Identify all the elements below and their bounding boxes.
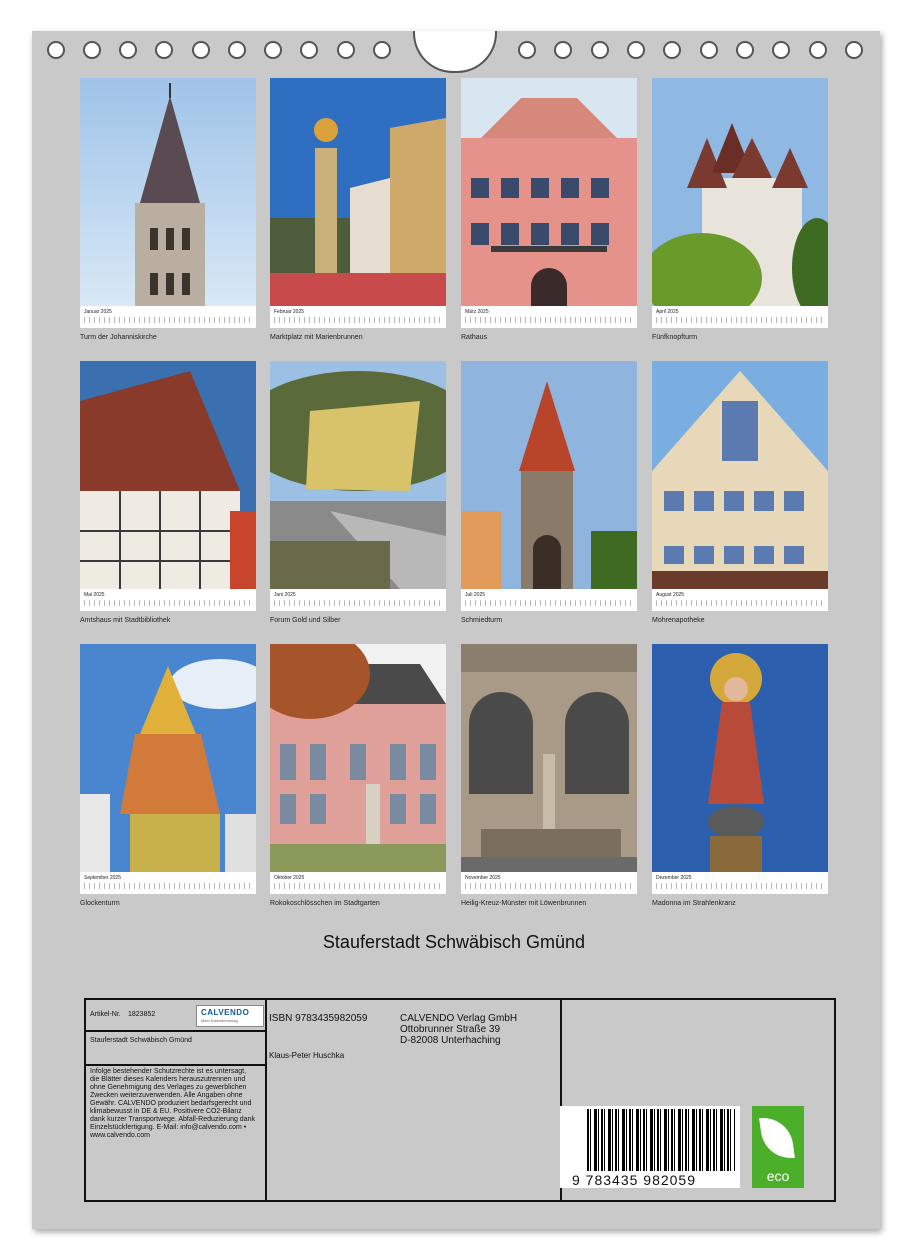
month-label: Juli 2025: [465, 592, 486, 598]
photo-caption: Schmiedturm: [461, 617, 503, 624]
month-label: Januar 2025: [84, 309, 112, 315]
ring: [845, 41, 863, 59]
month-label: Mai 2025: [84, 592, 105, 598]
month-label: Juni 2025: [274, 592, 296, 598]
photo-caption: Mohrenapotheke: [652, 617, 705, 624]
photo-bell-tower: [80, 644, 256, 872]
month-label: November 2025: [465, 875, 501, 881]
ring: [627, 41, 645, 59]
barcode-bars: [587, 1109, 735, 1171]
month-label: August 2025: [656, 592, 685, 598]
calendar-strip: März 2025: [461, 306, 637, 328]
author: Klaus-Peter Huschka: [269, 1051, 345, 1060]
month-label: September 2025: [84, 875, 121, 881]
photo-market-fountain: [270, 78, 446, 306]
photo-caption: Rokokoschlösschen im Stadtgarten: [270, 900, 380, 907]
ring: [228, 41, 246, 59]
calendar-strip: Dezember 2025: [652, 872, 828, 894]
photo-caption: Marktplatz mit Marienbrunnen: [270, 334, 363, 341]
photo-forum-gold-silver: [270, 361, 446, 589]
calendar-strip: Januar 2025: [80, 306, 256, 328]
article-number: 1823852: [128, 1011, 156, 1018]
ring: [554, 41, 572, 59]
publisher-line: D-82008 Unterhaching: [400, 1035, 501, 1046]
eco-badge: eco: [752, 1106, 804, 1188]
month-label: März 2025: [465, 309, 489, 315]
photo-caption: Forum Gold und Silber: [270, 617, 341, 624]
ring: [192, 41, 210, 59]
photo-smith-tower: [461, 361, 637, 589]
divider: [86, 1030, 265, 1032]
calendar-strip: November 2025: [461, 872, 637, 894]
publisher-line: CALVENDO Verlag GmbH: [400, 1013, 518, 1024]
ring: [373, 41, 391, 59]
photo-moor-pharmacy: [652, 361, 828, 589]
month-label: Februar 2025: [274, 309, 305, 315]
photo-church-tower: [80, 78, 256, 306]
month-label: April 2025: [656, 309, 679, 315]
photo-caption: Madonna im Strahlenkranz: [652, 900, 736, 907]
photo-caption: Fünfknopfturm: [652, 334, 698, 341]
ring: [119, 41, 137, 59]
ring: [155, 41, 173, 59]
photo-holy-cross-minster: [461, 644, 637, 872]
ring: [264, 41, 282, 59]
ring: [518, 41, 536, 59]
calendar-strip: August 2025: [652, 589, 828, 611]
divider: [265, 1000, 267, 1200]
ring: [700, 41, 718, 59]
photo-rococo-palace: [270, 644, 446, 872]
photo-caption: Turm der Johanniskirche: [80, 334, 157, 341]
calendar-strip: April 2025: [652, 306, 828, 328]
photo-official-building: [80, 361, 256, 589]
photo-five-knob-tower: [652, 78, 828, 306]
isbn-barcode: 9 783435 982059: [560, 1106, 740, 1188]
ring: [337, 41, 355, 59]
divider: [86, 1064, 265, 1066]
ring: [47, 41, 65, 59]
calvendo-logo: CALVENDO Mein Kalenderverlag: [196, 1005, 264, 1027]
ring: [83, 41, 101, 59]
ring: [736, 41, 754, 59]
photo-caption: Amtshaus mit Stadtbibliothek: [80, 617, 171, 624]
logo-text: CALVENDO: [201, 1008, 250, 1017]
ring: [300, 41, 318, 59]
product-title: Stauferstadt Schwäbisch Gmünd: [90, 1037, 192, 1044]
ring: [663, 41, 681, 59]
calendar-title: Stauferstadt Schwäbisch Gmünd: [322, 932, 586, 952]
photo-madonna-statue: [652, 644, 828, 872]
calendar-strip: Oktober 2025: [270, 872, 446, 894]
publisher-line: Ottobrunner Straße 39: [400, 1024, 501, 1035]
month-label: Dezember 2025: [656, 875, 692, 881]
calendar-strip: Juni 2025: [270, 589, 446, 611]
calendar-strip: Juli 2025: [461, 589, 637, 611]
isbn: ISBN 9783435982059: [269, 1013, 368, 1024]
photo-caption: Glockenturm: [80, 900, 120, 907]
photo-caption: Rathaus: [461, 334, 488, 341]
ring: [591, 41, 609, 59]
article-label: Artikel-Nr.: [90, 1011, 121, 1018]
ring: [772, 41, 790, 59]
month-label: Oktober 2025: [274, 875, 305, 881]
ring: [809, 41, 827, 59]
photo-town-hall: [461, 78, 637, 306]
calendar-strip: Februar 2025: [270, 306, 446, 328]
eco-label: eco: [766, 1168, 790, 1184]
calendar-strip: Mai 2025: [80, 589, 256, 611]
calendar-strip: September 2025: [80, 872, 256, 894]
logo-subtext: Mein Kalenderverlag: [201, 1018, 238, 1023]
photo-caption: Heilig-Kreuz-Münster mit Löwenbrunnen: [461, 900, 587, 907]
leaf-icon: [759, 1114, 795, 1162]
barcode-number: 9 783435 982059: [572, 1172, 696, 1188]
legal-notice: Infolge bestehender Schutzrechte ist es …: [90, 1068, 255, 1139]
